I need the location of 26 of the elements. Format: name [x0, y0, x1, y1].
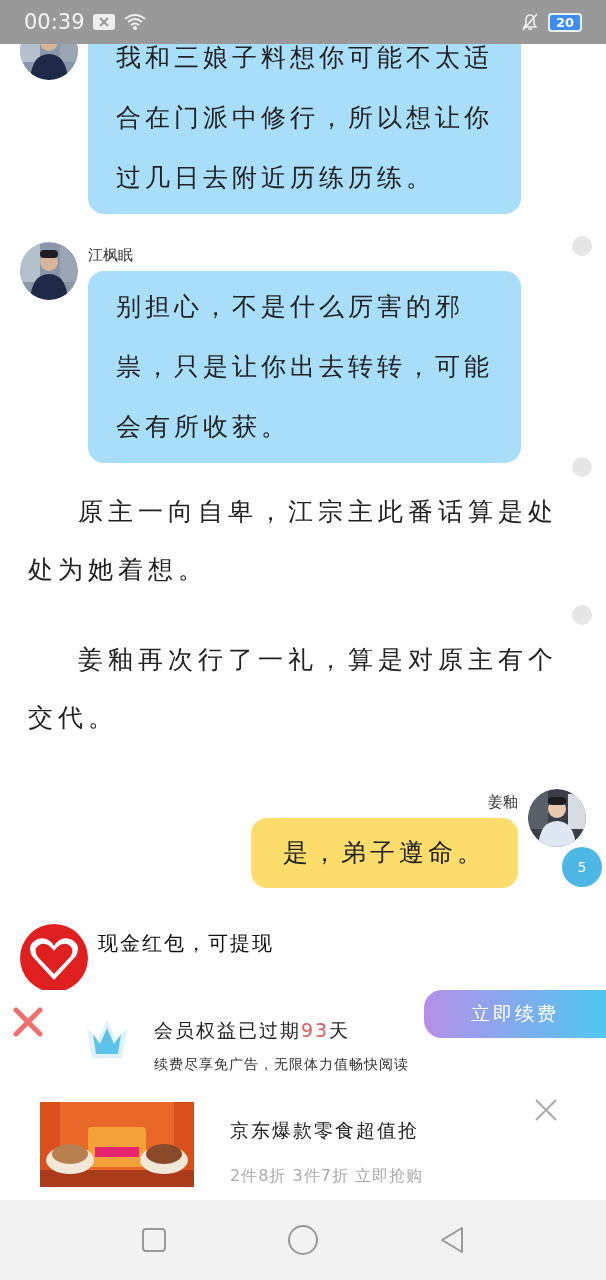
renew-button[interactable]: 立即续费 — [424, 990, 606, 1038]
ad-title[interactable]: 京东爆款零食超值抢 — [230, 1118, 423, 1144]
sender-name: 姜釉 — [488, 793, 518, 812]
comment-dot[interactable] — [572, 457, 592, 477]
wifi-icon — [122, 13, 147, 31]
membership-expired-text: 会员权益已过期 93 天 — [154, 1018, 352, 1043]
status-time: 00:39 — [24, 10, 85, 34]
comment-count[interactable]: 5 — [562, 847, 602, 887]
ad-message-text: 现金红包，可提现 — [98, 930, 274, 957]
chat-bubble: 是，弟子遵命。 — [251, 818, 518, 888]
battery-level: 20 — [547, 12, 582, 32]
narration-text: 姜釉再次行了一礼，算是对原主有个交代。 — [27, 644, 559, 734]
message-icon — [92, 14, 115, 30]
sender-name: 江枫眠 — [88, 246, 134, 265]
chat-bubble: 我和三娘子料想你可能不太适合在门派中修行，所以想让你过几日去附近历练历练。 — [88, 44, 521, 214]
comment-dot[interactable] — [572, 236, 592, 256]
bell-muted-icon — [519, 12, 540, 32]
narration-text: 原主一向自卑，江宗主此番话算是处处为她着想。 — [27, 496, 559, 586]
recent-apps-icon[interactable] — [139, 1226, 168, 1254]
close-icon[interactable] — [12, 1006, 44, 1038]
membership-subtitle: 续费尽享免广告，无限体力值畅快阅读 — [154, 1056, 409, 1074]
close-icon[interactable] — [534, 1098, 558, 1122]
chat-bubble: 别担心，不是什么厉害的邪祟，只是让你出去转转，可能会有所收获。 — [88, 271, 521, 463]
comment-dot[interactable] — [572, 605, 592, 625]
ad-subtitle: 2件8折 3件7折 立即抢购 — [230, 1166, 423, 1187]
home-icon[interactable] — [287, 1224, 319, 1256]
